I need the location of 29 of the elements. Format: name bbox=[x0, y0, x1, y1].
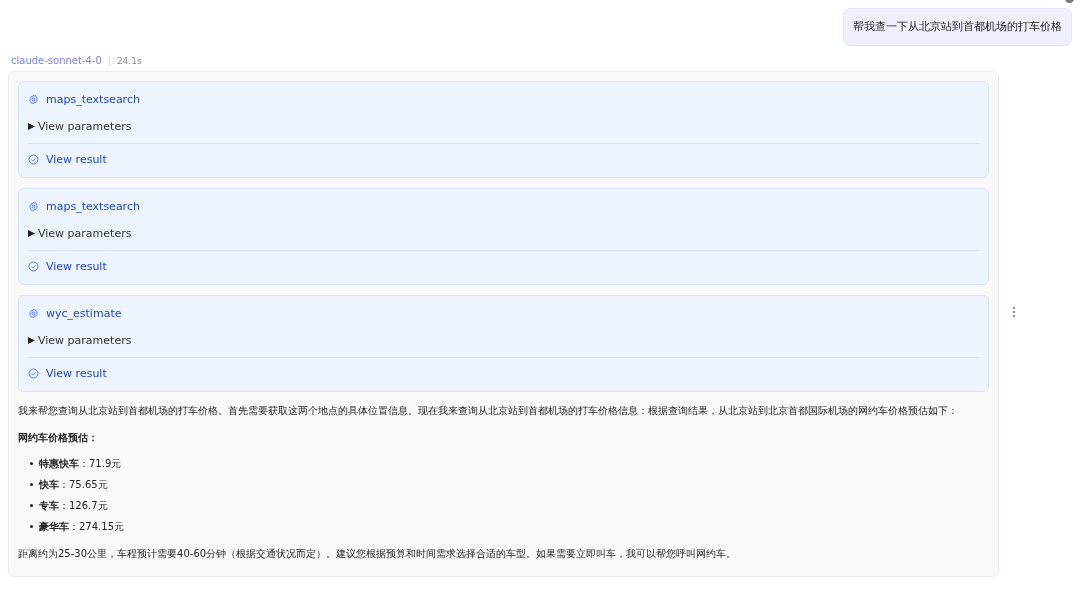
gear-icon bbox=[28, 201, 39, 212]
tool-name: maps_textsearch bbox=[46, 200, 140, 213]
price-item: 豪华车：274.15元 bbox=[39, 520, 124, 534]
price-item: 特惠快车：71.9元 bbox=[39, 457, 122, 471]
bullet-icon bbox=[30, 504, 33, 507]
check-circle-icon bbox=[28, 368, 39, 379]
gear-icon bbox=[28, 94, 39, 105]
elapsed-time: 24.1s bbox=[116, 55, 142, 66]
view-parameters-toggle[interactable]: View parameters bbox=[28, 113, 132, 140]
check-circle-icon bbox=[28, 154, 39, 165]
view-parameters-toggle[interactable]: View parameters bbox=[28, 327, 132, 354]
bullet-icon bbox=[30, 483, 33, 486]
bullet-icon bbox=[30, 462, 33, 465]
price-heading: 网约车价格预估： bbox=[18, 431, 99, 445]
model-name: claude-sonnet-4-0 bbox=[11, 55, 102, 66]
gear-icon bbox=[28, 308, 39, 319]
response-paragraph: 距离约为25-30公里，车程预计需要40-60分钟（根据交通状况而定）。建议您根据预算和时间需求选择合适的车型。如果需要立即叫车，我可以帮您呼叫网约车。 bbox=[18, 547, 738, 561]
bullet-icon bbox=[30, 525, 33, 528]
view-parameters-toggle[interactable]: View parameters bbox=[28, 220, 132, 247]
tool-name: wyc_estimate bbox=[46, 307, 122, 320]
price-item: 快车：75.65元 bbox=[39, 478, 108, 492]
view-result-link[interactable]: View result bbox=[28, 251, 107, 284]
user-message: 帮我查一下从北京站到首都机场的打车价格 bbox=[843, 8, 1072, 46]
price-item: 专车：126.7元 bbox=[39, 499, 108, 513]
view-result-link[interactable]: View result bbox=[28, 358, 107, 391]
response-paragraph: 我来帮您查询从北京站到首都机场的打车价格。首先需要获取这两个地点的具体位置信息。现在我来查询从北京站到首都机场的打车价格信息：根据查询结果，从北京站到北京首都国际机场的网约车价格预估如下： bbox=[18, 404, 959, 418]
view-result-link[interactable]: View result bbox=[28, 144, 107, 177]
tool-name: maps_textsearch bbox=[46, 93, 140, 106]
check-circle-icon bbox=[28, 261, 39, 272]
